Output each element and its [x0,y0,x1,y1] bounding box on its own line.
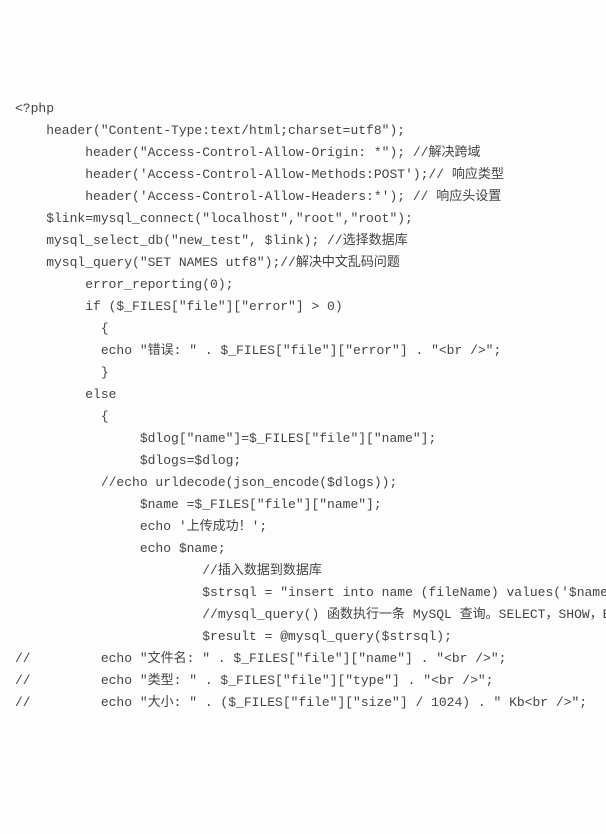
code-line: } [15,362,591,384]
code-line: //插入数据到数据库 [15,560,591,582]
code-line: mysql_select_db("new_test", $link); //选择… [15,230,591,252]
code-line: header('Access-Control-Allow-Headers:*')… [15,186,591,208]
code-line: $name =$_FILES["file"]["name"]; [15,494,591,516]
code-line: $strsql = "insert into name (fileName) v… [15,582,591,604]
code-line: // echo "文件名: " . $_FILES["file"]["name"… [15,648,591,670]
code-line: { [15,406,591,428]
code-line: // echo "类型: " . $_FILES["file"]["type"]… [15,670,591,692]
code-line: //echo urldecode(json_encode($dlogs)); [15,472,591,494]
code-line: header("Access-Control-Allow-Origin: *")… [15,142,591,164]
code-line: $dlog["name"]=$_FILES["file"]["name"]; [15,428,591,450]
code-line: <?php [15,98,591,120]
code-line: if ($_FILES["file"]["error"] > 0) [15,296,591,318]
code-line: $dlogs=$dlog; [15,450,591,472]
code-line: //mysql_query() 函数执行一条 MySQL 查询。SELECT，S… [15,604,591,626]
code-line: error_reporting(0); [15,274,591,296]
code-line: mysql_query("SET NAMES utf8");//解决中文乱码问题 [15,252,591,274]
code-line: echo "错误: " . $_FILES["file"]["error"] .… [15,340,591,362]
code-line: echo '上传成功！'; [15,516,591,538]
code-line: $link=mysql_connect("localhost","root","… [15,208,591,230]
code-line: header('Access-Control-Allow-Methods:POS… [15,164,591,186]
code-line: // echo "大小: " . ($_FILES["file"]["size"… [15,692,591,714]
code-line: { [15,318,591,340]
code-block: <?php header("Content-Type:text/html;cha… [15,98,591,714]
code-line: header("Content-Type:text/html;charset=u… [15,120,591,142]
code-line: echo $name; [15,538,591,560]
code-line: else [15,384,591,406]
code-line: $result = @mysql_query($strsql); [15,626,591,648]
